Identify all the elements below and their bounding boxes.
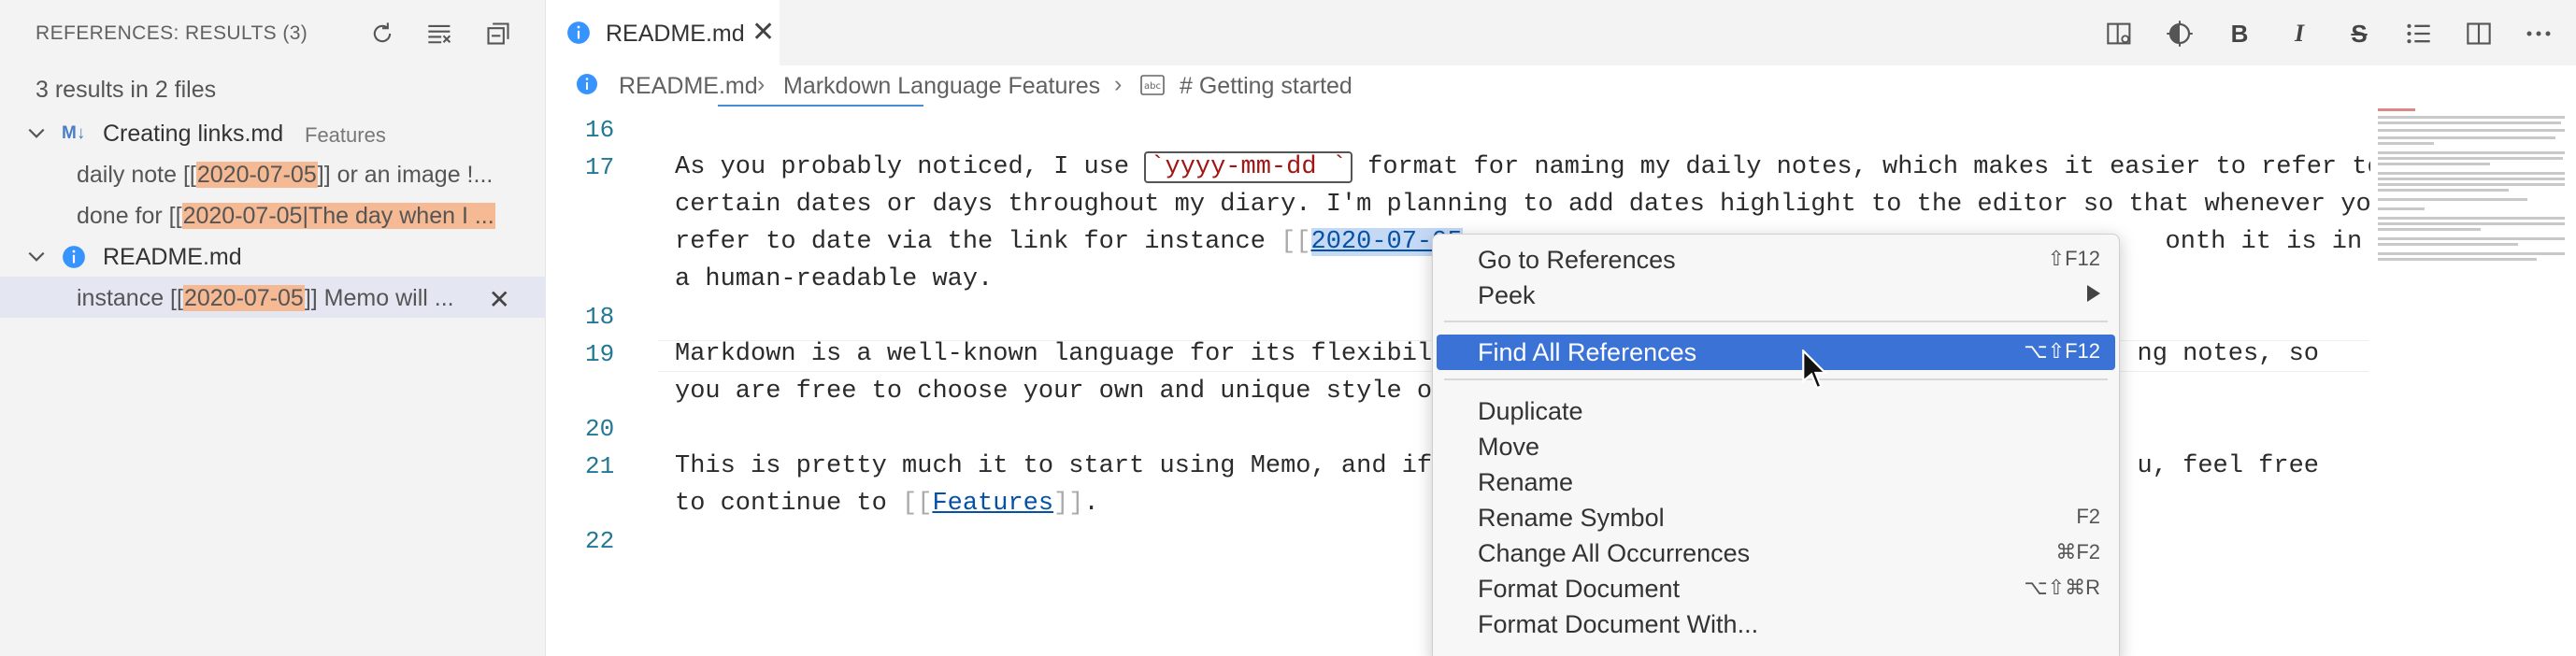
refresh-icon[interactable] — [363, 15, 402, 52]
tree-file-creating-links[interactable]: M↓ Creating links.md Features — [0, 112, 546, 153]
results-summary: 3 results in 2 files — [36, 77, 217, 103]
info-icon — [566, 21, 591, 50]
tab-bar: README.md ✕ B I S — [546, 0, 2576, 65]
menu-separator — [1444, 321, 2108, 322]
code-line: you are free to choose your own and uniq… — [675, 378, 1448, 406]
tree-file-readme[interactable]: README.md — [0, 235, 546, 277]
sidebar-header: REFERENCES: RESULTS (3) — [0, 0, 546, 67]
code-line: As you probably noticed, I use `yyyy-mm-… — [675, 151, 2383, 183]
match-text: done for [[2020-07-05|The day when I ... — [77, 203, 495, 229]
shortcut: F2 — [2076, 505, 2100, 528]
file-description: Features — [305, 123, 386, 147]
tree-match[interactable]: done for [[2020-07-05|The day when I ... — [0, 194, 546, 235]
theme-icon[interactable] — [2159, 13, 2200, 54]
clear-results-icon[interactable] — [421, 15, 460, 52]
code-line: certain dates or days throughout my diar… — [675, 191, 2386, 219]
menu-item-peek[interactable]: Peek — [1437, 278, 2115, 313]
wiki-link[interactable]: Features — [932, 490, 1053, 518]
line-number: 18 — [585, 303, 615, 331]
sidebar-actions — [363, 15, 518, 52]
shortcut: ⌥⇧F12 — [2024, 339, 2100, 363]
line-number: 16 — [585, 116, 615, 144]
line-number: 20 — [585, 415, 615, 443]
menu-item-format-document-with[interactable]: Format Document With... — [1437, 606, 2115, 642]
minimap[interactable] — [2370, 107, 2576, 656]
breadcrumb-separator-icon: › — [757, 71, 766, 97]
menu-item-rename[interactable]: Rename — [1437, 464, 2115, 500]
code-line: to continue to [[Features]]. — [675, 490, 1099, 518]
shortcut: ⇧F12 — [2047, 247, 2100, 270]
submenu-arrow-icon — [2087, 285, 2100, 302]
close-icon[interactable]: ✕ — [751, 16, 775, 49]
bold-button[interactable]: B — [2219, 13, 2260, 54]
file-name: README.md — [103, 244, 242, 270]
open-preview-icon[interactable] — [2099, 13, 2140, 54]
line-number: 19 — [585, 340, 615, 368]
menu-item-change-all-occurrences[interactable]: Change All Occurrences ⌘F2 — [1437, 535, 2115, 571]
shortcut: ⌥⇧⌘R — [2024, 576, 2100, 599]
file-name: Creating links.md — [103, 121, 284, 147]
references-sidebar: REFERENCES: RESULTS (3) 3 results in 2 f… — [0, 0, 546, 656]
match-text: daily note [[2020-07-05]] or an image !.… — [77, 162, 494, 188]
info-icon — [62, 245, 86, 276]
list-icon[interactable] — [2398, 13, 2440, 54]
breadcrumb-focus-underline — [718, 105, 923, 107]
code-line: a human-readable way. — [675, 265, 994, 293]
italic-button[interactable]: I — [2279, 13, 2320, 54]
line-number: 17 — [585, 153, 615, 181]
line-number: 22 — [585, 527, 615, 555]
info-icon — [576, 73, 598, 102]
mouse-pointer-icon — [1802, 349, 1828, 390]
breadcrumb: README.md › Markdown Language Features ›… — [546, 67, 2576, 107]
breadcrumb-separator-icon: › — [1114, 71, 1123, 97]
line-number: 21 — [585, 452, 615, 480]
more-icon[interactable] — [2518, 13, 2559, 54]
breadcrumb-item-file[interactable]: README.md — [619, 73, 758, 100]
menu-item-duplicate[interactable]: Duplicate — [1437, 393, 2115, 429]
menu-item-format-document[interactable]: Format Document ⌥⇧⌘R — [1437, 571, 2115, 606]
tree-match[interactable]: daily note [[2020-07-05]] or an image !.… — [0, 153, 546, 194]
inline-code: `yyyy-mm-dd ` — [1144, 151, 1352, 183]
shortcut: ⌘F2 — [2055, 540, 2100, 563]
collapse-all-icon[interactable] — [479, 15, 518, 52]
breadcrumb-item-language[interactable]: Markdown Language Features — [783, 73, 1100, 100]
string-symbol-icon: abc — [1140, 75, 1165, 102]
menu-item-go-to-references[interactable]: Go to References ⇧F12 — [1437, 242, 2115, 278]
context-menu: Go to References ⇧F12 Peek Find All Refe… — [1432, 234, 2120, 656]
sidebar-title: REFERENCES: RESULTS (3) — [36, 22, 308, 44]
match-text: instance [[2020-07-05]] Memo will ... — [77, 285, 454, 311]
breadcrumb-item-heading[interactable]: # Getting started — [1180, 73, 1352, 100]
menu-item-move[interactable]: Move — [1437, 429, 2115, 464]
tab-label: README.md — [606, 21, 745, 47]
dismiss-icon[interactable]: ✕ — [489, 284, 510, 315]
menu-item-find-all-references[interactable]: Find All References ⌥⇧F12 — [1437, 335, 2115, 370]
chevron-down-icon[interactable] — [26, 247, 47, 267]
references-tree: M↓ Creating links.md Features daily note… — [0, 112, 546, 318]
markdown-icon: M↓ — [62, 123, 86, 143]
tab-readme[interactable]: README.md ✕ — [546, 0, 780, 65]
menu-separator — [1444, 378, 2108, 380]
editor-toolbar: B I S — [2099, 13, 2559, 54]
menu-item-rename-symbol[interactable]: Rename Symbol F2 — [1437, 500, 2115, 535]
split-editor-icon[interactable] — [2458, 13, 2499, 54]
strikethrough-button[interactable]: S — [2339, 13, 2380, 54]
tree-match-selected[interactable]: instance [[2020-07-05]] Memo will ... ✕ — [0, 277, 546, 318]
chevron-down-icon[interactable] — [26, 123, 47, 144]
svg-text:abc: abc — [1144, 81, 1161, 92]
